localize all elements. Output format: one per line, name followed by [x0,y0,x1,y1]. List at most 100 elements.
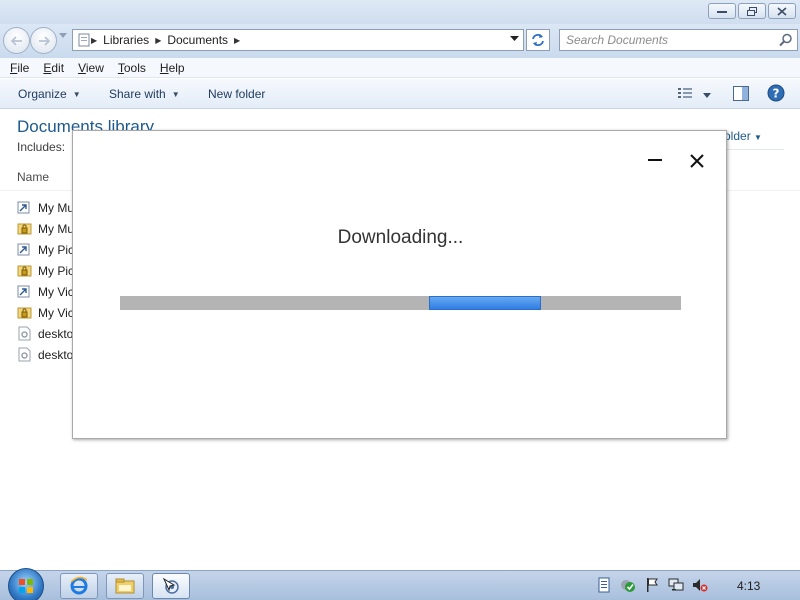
dialog-status-text: Downloading... [337,227,464,248]
refresh-button[interactable] [526,29,550,51]
minimize-button[interactable] [708,3,736,19]
breadcrumb-documents[interactable]: Documents [167,33,228,47]
list-item[interactable]: My Vic [17,302,74,323]
network-icon[interactable] [668,577,684,593]
address-bar[interactable]: ▶ Libraries ▶ Documents ▶ [72,29,524,51]
file-name: My Mu [38,221,74,236]
menu-bar: File Edit View Tools Help [0,58,800,78]
taskbar-windows-explorer[interactable] [106,573,144,599]
navigation-bar: ▶ Libraries ▶ Documents ▶ Search Documen… [0,24,800,58]
chevron-down-icon: ▼ [754,133,762,142]
menu-tools[interactable]: Tools [118,61,146,75]
command-toolbar: Organize ▼ Share with ▼ New folder ? [0,79,800,109]
list-item[interactable]: My Pic [17,239,74,260]
file-name: My Mu [38,200,74,215]
arrange-by-label: older [724,129,751,143]
forward-button[interactable] [30,27,57,54]
share-with-label: Share with [109,87,166,101]
preview-pane-icon [733,86,749,101]
refresh-icon [532,34,544,46]
installer-icon [162,577,179,594]
document-tray-icon[interactable] [596,577,612,593]
window-controls [708,3,796,19]
search-input[interactable]: Search Documents [559,29,798,51]
file-name: deskto [38,347,74,362]
svg-text:?: ? [773,87,780,101]
taskbar-installer[interactable] [152,573,190,599]
library-includes-label: Includes: [17,140,66,154]
back-arrow-icon [10,35,22,46]
minimize-icon [717,11,727,13]
shortcut-icon [17,201,30,214]
security-shield-icon[interactable] [620,577,636,593]
list-item[interactable]: deskto [17,344,74,365]
close-button[interactable] [768,3,796,19]
list-item[interactable]: My Vic [17,281,74,302]
taskbar-internet-explorer[interactable] [60,573,98,599]
restore-icon [747,6,757,16]
forward-arrow-icon [38,35,50,46]
shortcut-icon [17,243,30,256]
organize-label: Organize [18,87,67,101]
close-icon [690,154,704,168]
column-header-name[interactable]: Name [17,170,49,184]
new-folder-button[interactable]: New folder [208,87,265,101]
breadcrumb-separator[interactable]: ▶ [234,36,240,45]
list-item[interactable]: My Mu [17,197,74,218]
view-list-icon [678,88,692,98]
start-button[interactable] [8,568,44,600]
action-center-flag-icon[interactable] [644,577,660,593]
file-name: My Pic [38,263,74,278]
shortcut-icon [17,285,30,298]
back-button[interactable] [3,27,30,54]
divider [724,149,784,150]
breadcrumb-separator[interactable]: ▶ [155,36,161,45]
menu-file[interactable]: File [10,61,29,75]
file-name: My Vic [38,305,74,320]
search-icon[interactable] [779,33,793,47]
list-item[interactable]: My Pic [17,260,74,281]
locked-folder-icon [17,307,32,319]
breadcrumb-separator: ▶ [91,35,98,45]
locked-folder-icon [17,223,32,235]
address-dropdown-icon[interactable] [510,36,519,42]
file-list: My Mu My Mu My Pic My Pic My Vic My Vic … [17,197,74,365]
organize-button[interactable]: Organize ▼ [18,87,81,101]
menu-edit[interactable]: Edit [43,61,64,75]
share-with-button[interactable]: Share with ▼ [109,87,180,101]
maximize-button[interactable] [738,3,766,19]
breadcrumb-libraries[interactable]: Libraries [103,33,149,47]
file-name: My Vic [38,284,74,299]
settings-file-icon [18,347,31,362]
volume-muted-icon[interactable] [692,577,708,593]
help-icon: ? [767,84,785,102]
breadcrumb: Libraries ▶ Documents ▶ [103,33,240,47]
windows-logo-icon [19,579,33,593]
chevron-down-icon: ▼ [171,89,180,99]
view-options-dropdown[interactable] [703,88,711,102]
taskbar: 4:13 [0,568,800,600]
explorer-icon [115,578,135,594]
recent-pages-dropdown-icon[interactable] [59,33,67,39]
search-placeholder: Search Documents [566,33,669,47]
list-item[interactable]: My Mu [17,218,74,239]
new-folder-label: New folder [208,87,266,101]
arrange-by-dropdown[interactable]: older ▼ [724,129,762,143]
libraries-icon [78,33,90,47]
clock[interactable]: 4:13 [737,579,760,593]
chevron-down-icon: ▼ [72,89,81,99]
file-name: deskto [38,326,74,341]
locked-folder-icon [17,265,32,277]
preview-pane-button[interactable] [733,86,749,104]
file-name: My Pic [38,242,74,257]
close-icon [777,6,787,16]
change-view-button[interactable] [678,87,694,102]
help-button[interactable]: ? [767,84,785,105]
list-item[interactable]: deskto [17,323,74,344]
menu-help[interactable]: Help [160,61,185,75]
menu-view[interactable]: View [78,61,104,75]
dialog-close-button[interactable] [687,151,707,171]
dialog-minimize-button[interactable] [645,152,665,168]
window-titlebar [0,0,800,24]
minimize-icon [648,159,662,161]
